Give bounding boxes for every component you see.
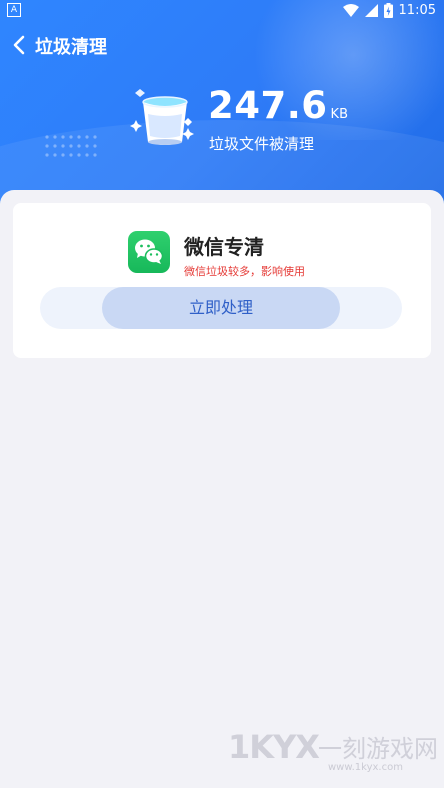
- watermark-logo: 1KYX: [228, 728, 320, 766]
- cleaned-size-value: 247.6: [208, 84, 328, 127]
- signal-icon: [364, 3, 378, 17]
- card-subtitle: 微信垃圾较多，影响使用: [184, 265, 305, 278]
- page-title: 垃圾清理: [35, 37, 107, 58]
- back-button[interactable]: [10, 30, 34, 60]
- watermark-url: www.1kyx.com: [328, 762, 403, 773]
- watermark-text: 一刻游戏网: [318, 735, 438, 763]
- battery-charging-icon: [383, 3, 393, 18]
- cleaned-size-label: 垃圾文件被清理: [209, 135, 315, 153]
- wifi-icon: [342, 3, 359, 17]
- status-bar: A 11:05: [0, 0, 444, 22]
- process-now-button[interactable]: 立即处理: [40, 287, 402, 329]
- trash-bin-icon: [130, 89, 194, 145]
- chevron-left-icon: [13, 35, 25, 55]
- wechat-clean-card: [13, 203, 431, 358]
- cleaned-size: 247.6 KB: [208, 84, 348, 127]
- decorative-dots: [45, 135, 97, 157]
- status-icons: 11:05: [342, 3, 436, 18]
- a-box-icon: A: [7, 3, 21, 17]
- wechat-app-icon: [128, 231, 170, 273]
- status-time: 11:05: [398, 3, 436, 18]
- cleaned-size-unit: KB: [330, 107, 348, 122]
- card-title: 微信专清: [184, 235, 264, 259]
- wechat-icon: [135, 239, 164, 264]
- top-bar: 垃圾清理: [0, 28, 444, 62]
- watermark: 1KYX 一刻游戏网 www.1kyx.com: [228, 726, 438, 776]
